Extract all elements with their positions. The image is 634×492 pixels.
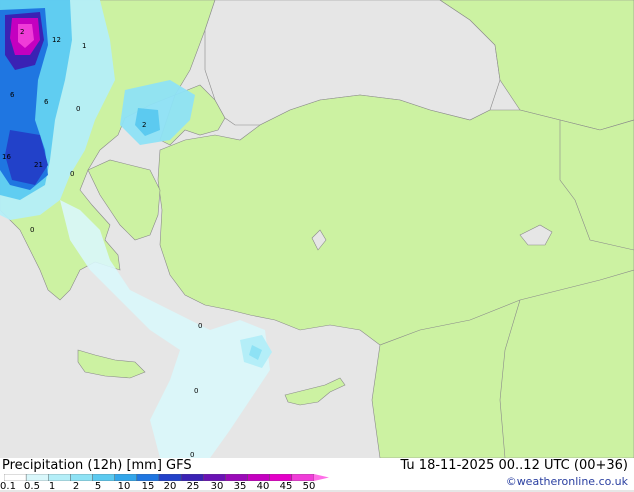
color-scale-cell bbox=[92, 474, 115, 481]
color-scale-tick-label: 2 bbox=[72, 481, 80, 492]
map-value: 1 bbox=[82, 42, 86, 50]
color-scale-cell bbox=[247, 474, 270, 481]
color-scale-cell bbox=[225, 474, 248, 481]
color-scale-bar bbox=[4, 474, 329, 481]
map-value: 0 bbox=[190, 451, 194, 458]
color-scale-tick-label: 10 bbox=[117, 481, 131, 492]
color-scale-cell bbox=[291, 474, 315, 481]
map-value: 12 bbox=[52, 36, 61, 44]
map-value: 2 bbox=[142, 121, 146, 129]
color-scale-tick-label: 0.5 bbox=[24, 481, 40, 492]
color-scale-tick-label: 5 bbox=[94, 481, 102, 492]
color-scale-tick-label: 45 bbox=[279, 481, 293, 492]
valid-time: Tu 18-11-2025 00..12 UTC (00+36) bbox=[400, 458, 628, 473]
color-scale-tick-label: 0.1 bbox=[0, 481, 16, 492]
color-scale-cell bbox=[180, 474, 204, 481]
map-value: 6 bbox=[44, 98, 49, 106]
color-scale-cell bbox=[25, 474, 49, 481]
color-scale-tick-label: 35 bbox=[233, 481, 247, 492]
map-value: 16 bbox=[2, 153, 11, 161]
color-scale-cell bbox=[136, 474, 160, 481]
map-value: 0 bbox=[70, 170, 74, 178]
color-scale-cell bbox=[203, 474, 226, 481]
color-scale-arrow bbox=[314, 474, 329, 481]
color-scale-tick-label: 15 bbox=[141, 481, 155, 492]
color-scale-tick-label: 50 bbox=[302, 481, 316, 492]
color-scale-tick-label: 25 bbox=[186, 481, 200, 492]
credit-link[interactable]: ©weatheronline.co.uk bbox=[506, 475, 628, 488]
map-canvas: 2 12 1 6 6 0 2 16 21 0 0 0 0 0 bbox=[0, 0, 634, 458]
precipitation-map: 2 12 1 6 6 0 2 16 21 0 0 0 0 0 bbox=[0, 0, 634, 458]
color-scale-tick-label: 20 bbox=[163, 481, 177, 492]
map-value: 0 bbox=[30, 226, 34, 234]
color-scale-cell bbox=[4, 474, 27, 481]
map-value: 0 bbox=[76, 105, 80, 113]
map-value: 21 bbox=[34, 161, 43, 169]
color-scale-cell bbox=[70, 474, 93, 481]
color-scale-cell bbox=[269, 474, 293, 481]
color-scale-tick-label: 1 bbox=[48, 481, 56, 492]
map-value: 6 bbox=[10, 91, 15, 99]
color-scale-cell bbox=[158, 474, 182, 481]
map-value: 0 bbox=[198, 322, 202, 330]
color-scale-cell bbox=[48, 474, 71, 481]
color-scale-tick-label: 30 bbox=[210, 481, 224, 492]
map-value: 2 bbox=[20, 28, 24, 36]
legend-footer: Precipitation (12h) [mm] GFS Tu 18-11-20… bbox=[0, 458, 634, 492]
color-scale-cell bbox=[114, 474, 138, 481]
color-scale-tick-label: 40 bbox=[256, 481, 270, 492]
map-title: Precipitation (12h) [mm] GFS bbox=[2, 458, 192, 473]
map-value: 0 bbox=[194, 387, 198, 395]
